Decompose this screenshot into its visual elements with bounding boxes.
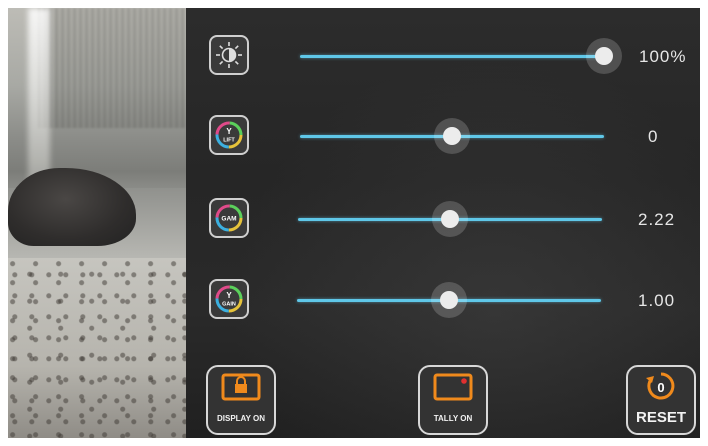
- svg-text:0: 0: [657, 380, 664, 395]
- gamma-value: 2.22: [638, 210, 676, 229]
- svg-text:Y: Y: [226, 291, 232, 300]
- svg-text:LIFT: LIFT: [223, 138, 235, 144]
- brightness-value: 100%: [639, 47, 687, 66]
- tally-on-button[interactable]: TALLY ON: [418, 365, 488, 435]
- display-on-label: DISPLAY ON: [216, 414, 265, 423]
- brightness-slider-handle[interactable]: [586, 38, 622, 74]
- gamma-row: GAM 2.22: [186, 198, 700, 242]
- monitor-screen: 100% Y LIFT 0 GAM 2.22 Y GAIN 1.00 DISPL…: [8, 8, 700, 438]
- reset-button[interactable]: 0 RESET: [626, 365, 696, 435]
- display-on-button[interactable]: DISPLAY ON: [206, 365, 276, 435]
- display-lock-icon: [221, 373, 261, 401]
- brightness-row: 100%: [186, 35, 700, 79]
- svg-text:GAM: GAM: [221, 216, 236, 223]
- gamma-icon: GAM: [209, 198, 249, 238]
- tally-icon: [433, 373, 473, 401]
- lift-value: 0: [648, 127, 659, 146]
- svg-text:Y: Y: [226, 127, 232, 136]
- svg-text:GAIN: GAIN: [222, 302, 236, 308]
- y-lift-icon: Y LIFT: [209, 115, 249, 155]
- reset-icon: 0: [646, 372, 675, 400]
- reset-label: RESET: [635, 409, 686, 426]
- gain-slider-handle[interactable]: [431, 282, 467, 318]
- gain-row: Y GAIN 1.00: [186, 279, 700, 323]
- tally-on-label: TALLY ON: [433, 414, 473, 423]
- gamma-slider-handle[interactable]: [432, 201, 468, 237]
- brightness-icon: [209, 35, 249, 75]
- y-gain-icon: Y GAIN: [209, 279, 249, 319]
- background-photo: [8, 8, 186, 438]
- lift-row: Y LIFT 0: [186, 115, 700, 159]
- brightness-slider-track[interactable]: [300, 55, 604, 58]
- gain-value: 1.00: [638, 291, 676, 310]
- picture-settings-panel: 100% Y LIFT 0 GAM 2.22 Y GAIN 1.00 DISPL…: [186, 8, 700, 438]
- lift-slider-handle[interactable]: [434, 118, 470, 154]
